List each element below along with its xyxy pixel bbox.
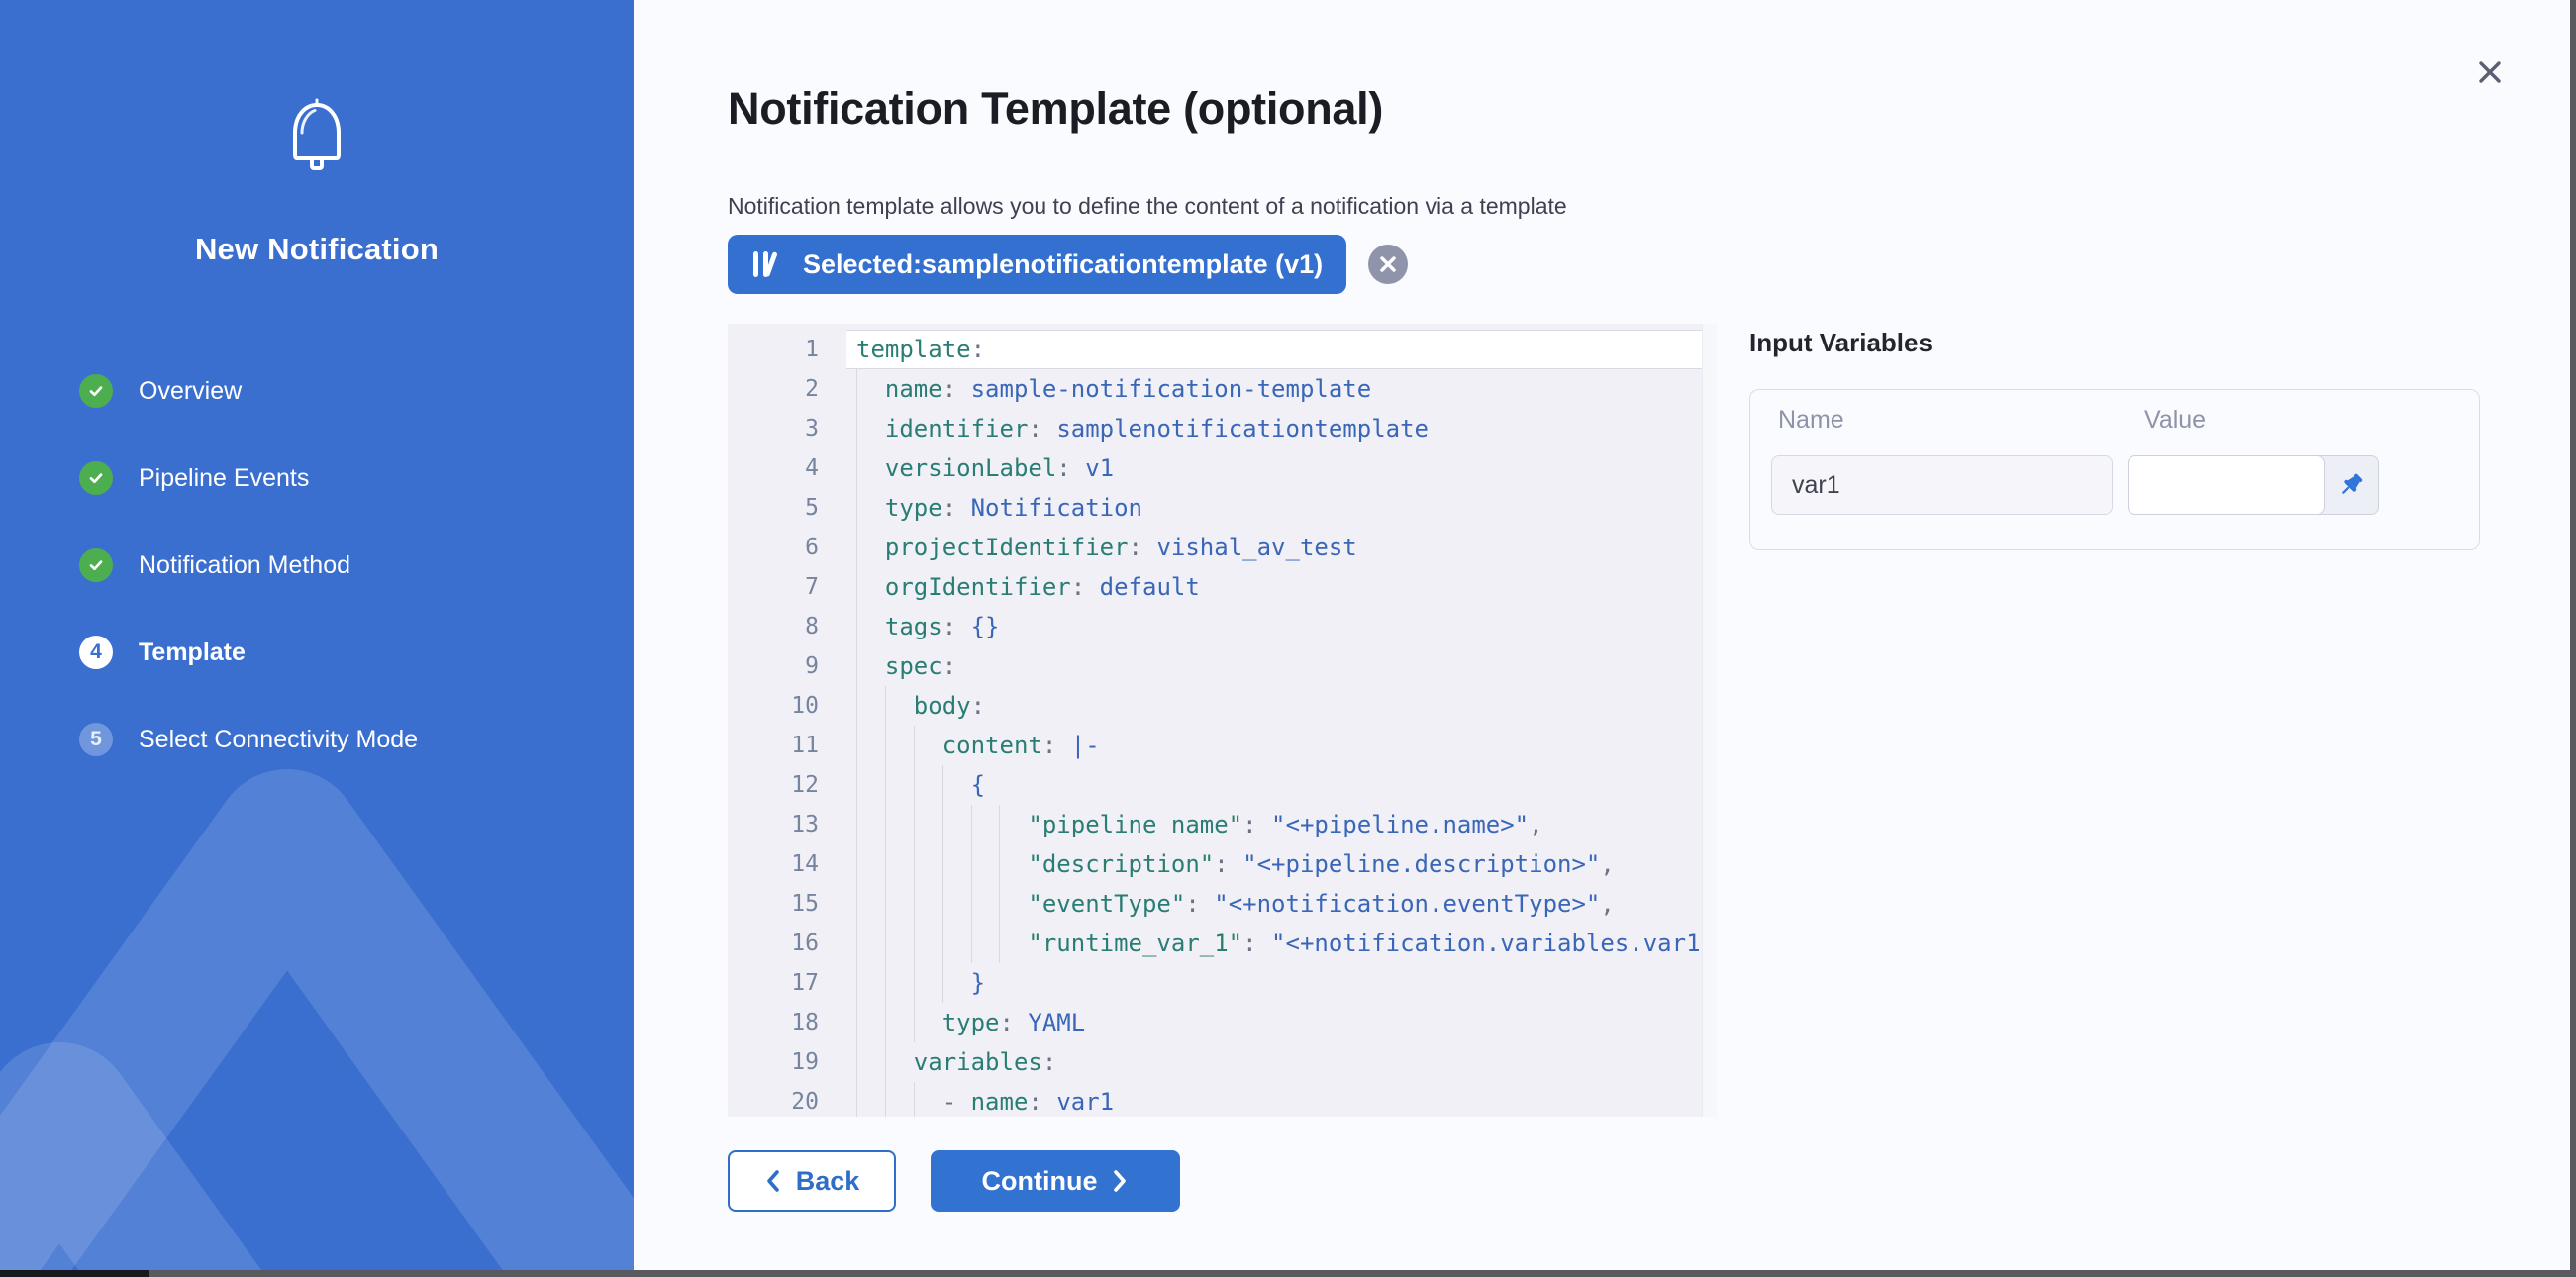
variables-value-header: Value <box>2144 406 2206 435</box>
selected-template-row: Selected:samplenotificationtemplate (v1) <box>728 235 1408 294</box>
line-number: 3 <box>728 409 846 448</box>
yaml-code: 1template:2 name: sample-notification-te… <box>728 330 1717 1117</box>
line-number: 18 <box>728 1003 846 1042</box>
code-line: 3 identifier: samplenotificationtemplate <box>728 409 1717 448</box>
variable-value-group <box>2128 455 2379 515</box>
code-line: 20 - name: var1 <box>728 1082 1717 1117</box>
wizard-sidebar: New Notification Overview Pipeline Events… <box>0 0 634 1277</box>
code-line: 18 type: YAML <box>728 1003 1717 1042</box>
wizard-title: New Notification <box>0 232 634 267</box>
line-number: 8 <box>728 607 846 646</box>
line-number: 16 <box>728 924 846 963</box>
step-check-icon <box>79 374 113 408</box>
line-number: 11 <box>728 726 846 765</box>
check-icon <box>86 555 106 575</box>
code-line: 8 tags: {} <box>728 607 1717 646</box>
input-variables-panel: Name Value <box>1749 389 2480 550</box>
line-number: 2 <box>728 369 846 409</box>
variable-name-input[interactable] <box>1771 455 2113 515</box>
line-number: 9 <box>728 646 846 686</box>
variable-value-input[interactable] <box>2128 455 2325 515</box>
selected-template-label: Selected:samplenotificationtemplate (v1) <box>803 249 1323 280</box>
pin-icon <box>2336 470 2366 500</box>
line-number: 5 <box>728 488 846 528</box>
wizard-step-pipeline-events[interactable]: Pipeline Events <box>79 435 594 522</box>
back-label: Back <box>796 1166 860 1197</box>
continue-button[interactable]: Continue <box>931 1150 1180 1212</box>
line-number: 15 <box>728 884 846 924</box>
step-label: Pipeline Events <box>139 464 309 493</box>
remove-template-icon[interactable] <box>1368 245 1408 284</box>
line-number: 4 <box>728 448 846 488</box>
line-number: 12 <box>728 765 846 805</box>
step-check-icon <box>79 461 113 495</box>
step-label: Notification Method <box>139 551 350 580</box>
line-number: 19 <box>728 1042 846 1082</box>
code-line: 6 projectIdentifier: vishal_av_test <box>728 528 1717 567</box>
line-number: 7 <box>728 567 846 607</box>
code-line: 17 } <box>728 963 1717 1003</box>
code-line: 7 orgIdentifier: default <box>728 567 1717 607</box>
wizard-step-overview[interactable]: Overview <box>79 347 594 435</box>
code-line: 14 "description": "<+pipeline.descriptio… <box>728 844 1717 884</box>
code-line: 19 variables: <box>728 1042 1717 1082</box>
bell-icon <box>0 97 634 185</box>
code-line: 4 versionLabel: v1 <box>728 448 1717 488</box>
code-line: 5 type: Notification <box>728 488 1717 528</box>
step-label: Template <box>139 638 246 667</box>
input-variables-title: Input Variables <box>1749 328 1932 358</box>
selected-template-chip[interactable]: Selected:samplenotificationtemplate (v1) <box>728 235 1346 294</box>
chevron-left-icon <box>764 1168 782 1194</box>
page-description: Notification template allows you to defi… <box>728 193 1567 220</box>
line-number: 13 <box>728 805 846 844</box>
wizard-footer: Back Continue <box>728 1150 1180 1212</box>
editor-scrollbar[interactable] <box>1702 324 1717 1117</box>
line-number: 1 <box>728 330 846 369</box>
continue-label: Continue <box>982 1166 1098 1197</box>
close-icon[interactable] <box>2468 51 2512 95</box>
window-edge-bottom <box>0 1270 2576 1277</box>
yaml-editor[interactable]: 1template:2 name: sample-notification-te… <box>728 324 1717 1117</box>
line-number: 6 <box>728 528 846 567</box>
harness-logo-watermark <box>0 723 634 1277</box>
line-number: 14 <box>728 844 846 884</box>
line-number: 20 <box>728 1082 846 1117</box>
check-icon <box>86 468 106 488</box>
line-number: 10 <box>728 686 846 726</box>
wizard-content: Notification Template (optional) Notific… <box>634 0 2576 1277</box>
wizard-steps: Overview Pipeline Events Notification Meth… <box>79 347 594 783</box>
back-button[interactable]: Back <box>728 1150 896 1212</box>
code-line: 10 body: <box>728 686 1717 726</box>
step-label: Overview <box>139 377 242 406</box>
chevron-right-icon <box>1111 1168 1129 1194</box>
code-line: 11 content: |- <box>728 726 1717 765</box>
wizard-step-template[interactable]: 4 Template <box>79 609 594 696</box>
code-line: 1template: <box>728 330 1717 369</box>
code-line: 15 "eventType": "<+notification.eventTyp… <box>728 884 1717 924</box>
variables-name-header: Name <box>1778 406 1844 435</box>
code-line: 12 { <box>728 765 1717 805</box>
code-line: 9 spec: <box>728 646 1717 686</box>
new-notification-wizard: New Notification Overview Pipeline Events… <box>0 0 2576 1277</box>
code-line: 13 "pipeline name": "<+pipeline.name>", <box>728 805 1717 844</box>
step-number: 4 <box>79 636 113 669</box>
step-check-icon <box>79 548 113 582</box>
template-library-icon <box>751 250 787 278</box>
window-edge-bottom-dark <box>0 1270 149 1277</box>
check-icon <box>86 381 106 401</box>
page-title: Notification Template (optional) <box>728 83 1383 135</box>
code-line: 2 name: sample-notification-template <box>728 369 1717 409</box>
window-edge-right <box>2570 0 2576 1277</box>
line-number: 17 <box>728 963 846 1003</box>
code-line: 16 "runtime_var_1": "<+notification.vari… <box>728 924 1717 963</box>
pin-value-type-button[interactable] <box>2325 456 2378 514</box>
wizard-step-notification-method[interactable]: Notification Method <box>79 522 594 609</box>
